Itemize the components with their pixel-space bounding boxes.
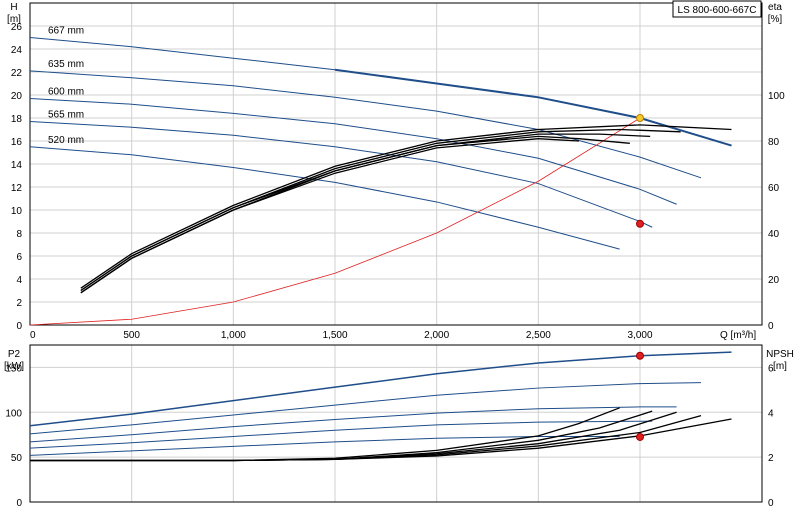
duty-point xyxy=(636,219,644,228)
x-tick-label: 500 xyxy=(123,330,140,341)
npsh-axis-unit: [m] xyxy=(773,361,787,372)
y-tick-label: 16 xyxy=(11,137,23,148)
npsh-tick-label: 4 xyxy=(768,408,774,419)
p2-tick-label: 100 xyxy=(5,408,22,419)
y-tick-label: 18 xyxy=(11,114,23,125)
npsh-tick-label: 2 xyxy=(768,453,774,464)
pump-performance-chart: 024681012141618202224260204060801000 500 1… xyxy=(0,0,800,520)
y-tick-label: 6 xyxy=(16,252,22,263)
x-tick-label: 3,000 xyxy=(627,330,652,341)
y-tick-label: 2 xyxy=(16,298,22,309)
curve-label: 635 mm xyxy=(48,59,84,70)
eta-tick-label: 60 xyxy=(768,183,780,194)
eta-axis-label: eta xyxy=(768,2,782,13)
p2-tick-label: 0 xyxy=(16,498,22,509)
curve-label: 600 mm xyxy=(48,86,84,97)
y-tick-label: 12 xyxy=(11,183,23,194)
npsh-axis-label: NPSH xyxy=(766,349,794,360)
duty-point xyxy=(636,114,644,122)
duty-point xyxy=(636,432,644,441)
npsh-tick-label: 0 xyxy=(768,498,774,509)
curve-label: 520 mm xyxy=(48,135,84,146)
y-tick-label: 14 xyxy=(11,160,23,171)
y-tick-label: 22 xyxy=(11,68,23,79)
y-tick-label: 10 xyxy=(11,206,23,217)
x-tick-label: 2,000 xyxy=(424,330,449,341)
y-tick-label: 20 xyxy=(11,91,23,102)
x-axis-label: Q [m³/h] xyxy=(720,330,756,341)
x-tick-label: 0 xyxy=(30,330,36,341)
y-axis-label: H xyxy=(10,2,17,13)
x-tick-label: 1,000 xyxy=(221,330,246,341)
eta-axis-unit: [%] xyxy=(768,14,783,25)
curve-label: 667 mm xyxy=(48,26,84,37)
eta-tick-label: 80 xyxy=(768,137,780,148)
p2-tick-label: 50 xyxy=(11,453,23,464)
p2-axis-unit: [kW] xyxy=(4,361,24,372)
eta-tick-label: 20 xyxy=(768,275,780,286)
y-tick-label: 24 xyxy=(11,45,23,56)
title-box-label: LS 800-600-667C xyxy=(678,5,757,16)
x-tick-label: 1,500 xyxy=(322,330,347,341)
y-axis-unit: [m] xyxy=(7,14,21,25)
p2-axis-label: P2 xyxy=(8,349,21,360)
y-tick-label: 8 xyxy=(16,229,22,240)
y-tick-label: 0 xyxy=(16,321,22,332)
title-box: LS 800-600-667C xyxy=(672,0,762,18)
duty-point xyxy=(636,351,644,360)
eta-tick-label: 40 xyxy=(768,229,780,240)
eta-tick-label: 100 xyxy=(768,91,785,102)
eta-tick-label: 0 xyxy=(768,321,774,332)
curve-label: 565 mm xyxy=(48,109,84,120)
x-tick-label: 2,500 xyxy=(526,330,551,341)
y-tick-label: 4 xyxy=(16,275,22,286)
